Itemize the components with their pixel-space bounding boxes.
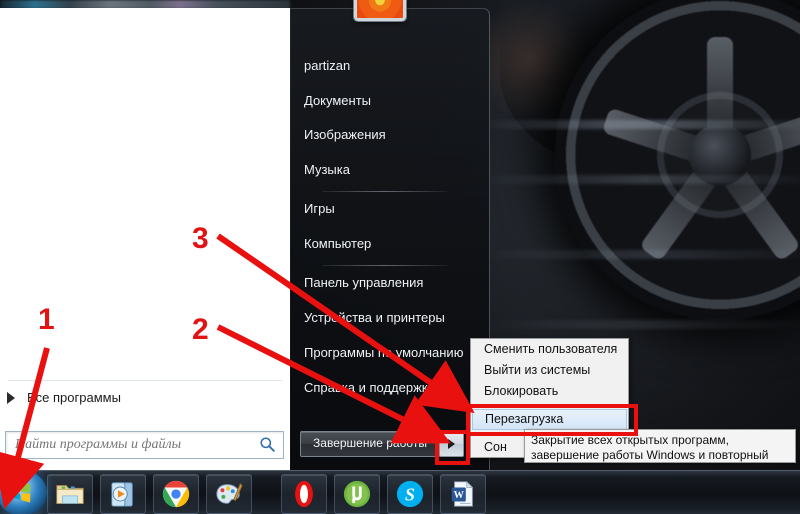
search-icon: [260, 437, 275, 452]
user-avatar[interactable]: [354, 0, 406, 21]
all-programs-label: Все программы: [27, 390, 121, 405]
explorer-icon: [56, 485, 84, 504]
taskbar-item-chrome[interactable]: [153, 474, 199, 514]
start-item-help-support[interactable]: Справка и поддержка: [304, 376, 479, 400]
search-input[interactable]: [13, 436, 257, 454]
menu-item-log-off[interactable]: Выйти из системы: [471, 360, 628, 381]
windows-logo-icon: [11, 483, 31, 503]
start-menu-right-pane: partizan Документы Изображения Музыка Иг…: [290, 0, 490, 471]
start-item-default-programs[interactable]: Программы по умолчанию: [304, 341, 479, 365]
start-item-computer[interactable]: Компьютер: [304, 232, 479, 256]
start-item-games[interactable]: Игры: [304, 197, 479, 221]
start-item-control-panel[interactable]: Панель управления: [304, 271, 479, 295]
start-orb[interactable]: [0, 470, 47, 514]
paint-icon: [216, 483, 243, 504]
all-programs-button[interactable]: Все программы: [0, 385, 290, 413]
taskbar: S W: [0, 470, 800, 514]
skype-icon: S: [396, 480, 424, 508]
annotation-highlight-restart: [466, 404, 638, 436]
divider: [322, 191, 447, 192]
taskbar-item-media-player[interactable]: [100, 474, 146, 514]
screen: Все программы partizan Документы Изображ…: [0, 0, 800, 514]
taskbar-item-opera[interactable]: [281, 474, 327, 514]
svg-text:W: W: [454, 490, 465, 501]
start-menu-left-pane: Все программы: [0, 8, 291, 470]
taskbar-item-explorer[interactable]: [47, 474, 93, 514]
opera-icon: [295, 480, 313, 508]
word-icon: W: [451, 480, 474, 507]
start-menu: Все программы partizan Документы Изображ…: [0, 0, 490, 471]
annotation-number-3: 3: [192, 222, 209, 255]
annotation-number-1: 1: [38, 303, 55, 336]
shutdown-button[interactable]: Завершение работы: [300, 431, 440, 457]
svg-text:S: S: [405, 485, 415, 505]
start-item-music[interactable]: Музыка: [304, 158, 479, 182]
annotation-highlight-shutdown-arrow: [435, 430, 470, 465]
menu-item-switch-user[interactable]: Сменить пользователя: [471, 339, 628, 360]
divider: [322, 265, 447, 266]
search-box[interactable]: [5, 431, 284, 459]
chrome-icon: [162, 480, 190, 508]
start-item-user[interactable]: partizan: [304, 54, 479, 78]
taskbar-item-utorrent[interactable]: [334, 474, 380, 514]
divider: [8, 380, 282, 381]
menu-item-lock[interactable]: Блокировать: [471, 381, 628, 402]
start-item-devices-printers[interactable]: Устройства и принтеры: [304, 306, 479, 330]
media-player-icon: [111, 482, 133, 507]
utorrent-icon: [343, 480, 371, 508]
taskbar-item-word[interactable]: W: [440, 474, 486, 514]
annotation-number-2: 2: [192, 313, 209, 346]
taskbar-item-skype[interactable]: S: [387, 474, 433, 514]
start-item-pictures[interactable]: Изображения: [304, 123, 479, 147]
taskbar-item-paint[interactable]: [206, 474, 252, 514]
chevron-right-icon: [7, 392, 15, 404]
start-item-documents[interactable]: Документы: [304, 89, 479, 113]
